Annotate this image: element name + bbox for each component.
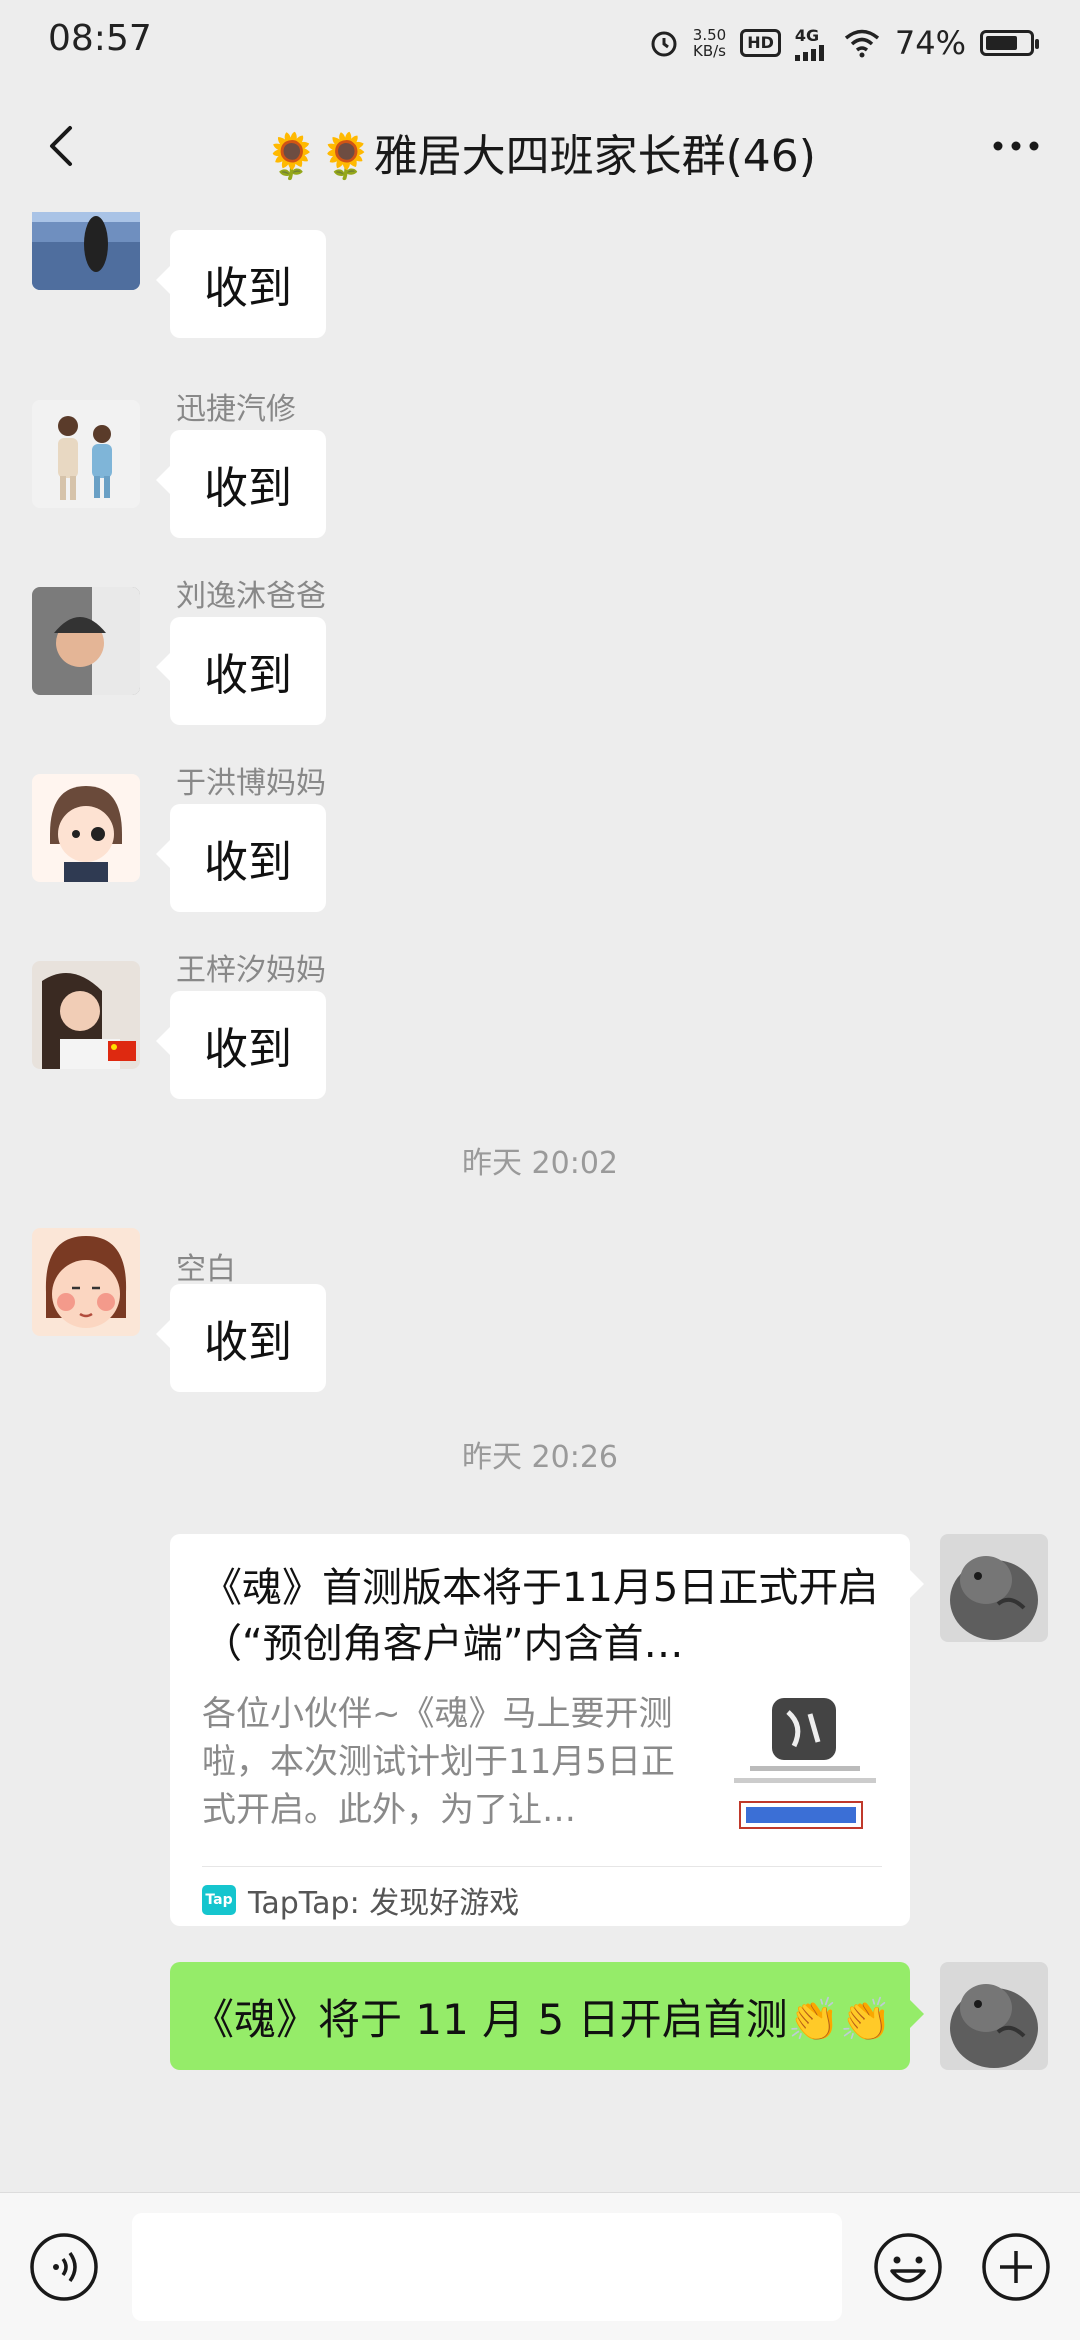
link-card[interactable]: 《魂》首测版本将于11月5日正式开启（“预创角客户端”内含首… 各位小伙伴~《魂… (170, 1534, 924, 1926)
wifi-icon (844, 29, 879, 58)
taptap-icon: Tap (202, 1885, 236, 1915)
avatar[interactable] (32, 400, 140, 508)
message-bubble[interactable]: 收到 (156, 804, 326, 912)
chat-header: 🌻🌻雅居大四班家长群(46) (0, 84, 1080, 212)
card-description: 各位小伙伴~《魂》马上要开测啦，本次测试计划于11月5日正式开启。此外，为了让… (202, 1694, 675, 1830)
chat-area[interactable]: 收到 迅捷汽修 收到 刘逸沐爸爸 收到 于洪博妈妈 收到 王梓汐妈妈 收到 昨天… (0, 212, 1080, 2192)
voice-icon[interactable] (28, 2231, 100, 2303)
battery-fill (986, 36, 1018, 50)
status-time: 08:57 (48, 18, 152, 59)
timestamp: 昨天 20:02 (462, 1146, 618, 1181)
sender-name: 王梓汐妈妈 (176, 953, 326, 988)
emoji-icon[interactable] (872, 2231, 944, 2303)
battery-icon (980, 30, 1039, 56)
message-input[interactable] (132, 2213, 842, 2321)
avatar[interactable] (32, 212, 140, 290)
own-message-bubble[interactable]: 《魂》将于 11 月 5 日开启首测👏👏 (170, 1962, 924, 2070)
avatar[interactable] (32, 1228, 140, 1336)
own-avatar[interactable] (940, 1534, 1048, 1642)
sender-name: 于洪博妈妈 (176, 766, 326, 801)
speed-value: 3.50 (692, 26, 727, 44)
chat-title: 🌻🌻雅居大四班家长群(46) (264, 131, 816, 182)
network-type: 4G (794, 25, 820, 45)
card-source-label: TapTap: 发现好游戏 (248, 1886, 520, 1921)
alarm-icon (651, 31, 677, 57)
status-icons: 3.50 KB/s HD 4G 74% (649, 22, 1039, 64)
avatar[interactable] (32, 587, 140, 695)
hd-badge: HD (740, 29, 781, 57)
card-source: Tap TapTap: 发现好游戏 (202, 1878, 519, 1922)
message-bubble[interactable]: 收到 (156, 1284, 326, 1392)
input-bar (0, 2192, 1080, 2340)
message-bubble[interactable]: 收到 (156, 230, 326, 338)
status-bar: 08:57 3.50 KB/s HD 4G 74% (0, 0, 1080, 84)
card-divider (202, 1866, 882, 1867)
card-title: 《魂》首测版本将于11月5日正式开启（“预创角客户端”内含首… (202, 1565, 879, 1667)
speed-unit: KB/s (693, 42, 726, 60)
more-icon[interactable] (980, 114, 1052, 178)
message-bubble[interactable]: 收到 (156, 617, 326, 725)
own-avatar[interactable] (940, 1962, 1048, 2070)
plus-icon[interactable] (980, 2231, 1052, 2303)
message-bubble[interactable]: 收到 (156, 430, 326, 538)
sender-name: 刘逸沐爸爸 (176, 579, 326, 614)
sender-name: 迅捷汽修 (176, 392, 296, 427)
card-thumbnail (730, 1696, 880, 1836)
network-speed: 3.50 KB/s (693, 27, 726, 59)
battery-percent: 74% (894, 24, 966, 62)
sender-name: 空白 (176, 1252, 236, 1287)
avatar[interactable] (32, 961, 140, 1069)
avatar[interactable] (32, 774, 140, 882)
signal-icon: 4G (794, 25, 829, 61)
message-bubble[interactable]: 收到 (156, 991, 326, 1099)
timestamp: 昨天 20:26 (462, 1440, 618, 1475)
